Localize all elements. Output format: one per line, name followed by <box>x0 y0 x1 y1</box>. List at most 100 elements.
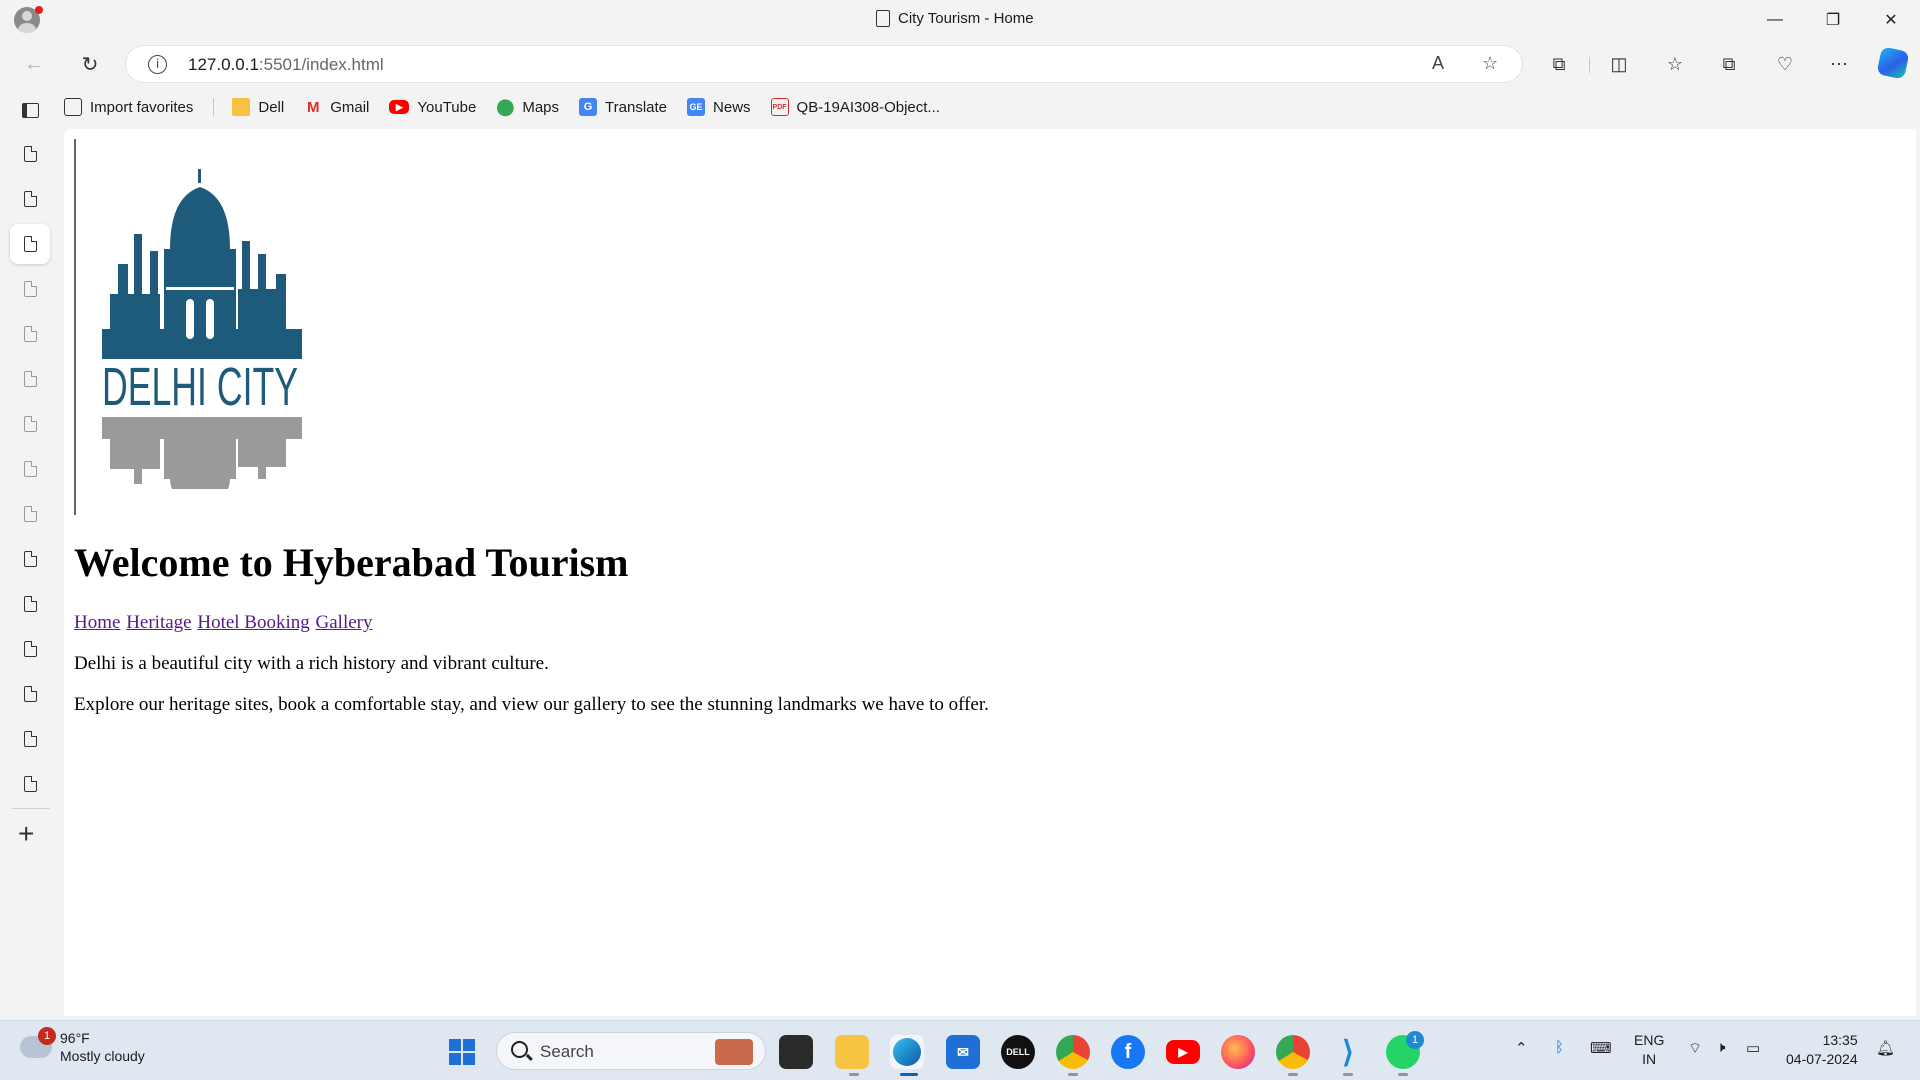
favorite-import[interactable]: Import favorites <box>64 98 193 116</box>
tab-item[interactable] <box>10 764 50 804</box>
notification-dot <box>35 6 43 14</box>
tab-item[interactable] <box>10 719 50 759</box>
page-heading: Welcome to Hyberabad Tourism <box>74 540 629 585</box>
more-options-icon[interactable]: ⋯ <box>1827 52 1851 76</box>
extensions-icon[interactable]: ⧉ <box>1547 52 1571 76</box>
clock[interactable]: 13:35 04-07-2024 <box>1786 1031 1858 1069</box>
favorite-maps[interactable]: ⬤ Maps <box>496 98 560 117</box>
page-icon <box>23 325 37 342</box>
volume-muted-icon[interactable]: 🕨 <box>1716 1039 1725 1056</box>
favorite-news[interactable]: GE News <box>687 98 751 116</box>
running-indicator <box>1288 1073 1298 1076</box>
favorites-icon[interactable]: ☆ <box>1663 52 1687 76</box>
tab-item-active[interactable] <box>10 224 50 264</box>
favorite-youtube[interactable]: ▶ YouTube <box>389 99 476 116</box>
mail-icon[interactable]: ✉ <box>946 1035 980 1069</box>
favorite-translate[interactable]: G Translate <box>579 98 667 116</box>
new-tab-button[interactable]: + <box>18 818 34 850</box>
tab-item[interactable] <box>10 629 50 669</box>
browser-essentials-icon[interactable]: ♡ <box>1773 52 1797 76</box>
address-bar[interactable]: i 127.0.0.1:5501/index.html A ☆ <box>125 45 1523 83</box>
whatsapp-badge: 1 <box>1406 1031 1424 1049</box>
read-aloud-icon[interactable]: A <box>1432 53 1444 74</box>
page-icon <box>23 505 37 522</box>
youtube-icon: ▶ <box>389 100 410 114</box>
task-view-button[interactable] <box>779 1035 813 1069</box>
facebook-icon[interactable]: f <box>1111 1035 1145 1069</box>
tab-item[interactable] <box>10 674 50 714</box>
battery-icon[interactable]: ▭ <box>1746 1039 1760 1057</box>
nav-link-gallery[interactable]: Gallery <box>316 612 373 633</box>
search-highlight-image <box>715 1039 753 1065</box>
collections-icon[interactable]: ⧉ <box>1717 52 1741 76</box>
firefox-icon[interactable] <box>1221 1035 1255 1069</box>
show-hidden-icons-button[interactable]: ⌃ <box>1515 1039 1528 1057</box>
language-indicator[interactable]: ENG IN <box>1634 1031 1664 1069</box>
bluetooth-icon[interactable]: ᛒ <box>1555 1039 1564 1056</box>
web-page: DELHI CITY Welcome to Hyberabad Tourism … <box>64 129 1916 1016</box>
edge-icon[interactable] <box>890 1035 924 1069</box>
language-code: ENG <box>1634 1032 1665 1048</box>
active-indicator <box>900 1073 918 1076</box>
intro-paragraph: Delhi is a beautiful city with a rich hi… <box>74 653 549 674</box>
refresh-button[interactable]: ↻ <box>74 48 106 80</box>
split-screen-icon[interactable]: ◫ <box>1607 52 1631 76</box>
favorite-gmail[interactable]: M Gmail <box>304 98 369 116</box>
keyboard-icon[interactable]: ⌨ <box>1590 1039 1612 1057</box>
site-nav: Home Heritage Hotel Booking Gallery <box>74 612 1904 634</box>
tab-item[interactable] <box>10 539 50 579</box>
tab-actions-icon <box>21 102 39 118</box>
back-button[interactable]: ← <box>18 48 50 80</box>
nav-link-heritage[interactable]: Heritage <box>126 612 191 633</box>
dell-icon[interactable]: DELL <box>1001 1035 1035 1069</box>
tab-actions-menu[interactable] <box>10 90 50 130</box>
taskbar-search[interactable]: Search <box>496 1032 766 1070</box>
minimize-button[interactable]: — <box>1752 6 1798 34</box>
gmail-icon: M <box>306 98 320 116</box>
youtube-app-icon[interactable]: ▶ <box>1166 1040 1200 1064</box>
tab-item[interactable] <box>10 449 50 489</box>
tab-item[interactable] <box>10 584 50 624</box>
page-icon <box>23 190 37 207</box>
close-button[interactable]: ✕ <box>1868 6 1914 34</box>
favorite-label: YouTube <box>417 98 477 116</box>
page-icon <box>23 235 37 252</box>
chrome-profile-v-icon[interactable] <box>1056 1035 1090 1069</box>
tab-item[interactable] <box>10 134 50 174</box>
weather-widget[interactable]: 1 96°F Mostly cloudy <box>20 1027 145 1065</box>
tab-item[interactable] <box>10 359 50 399</box>
favorites-separator <box>213 98 215 116</box>
region-code: IN <box>1642 1051 1657 1067</box>
restore-button[interactable]: ❐ <box>1810 6 1856 34</box>
tab-item[interactable] <box>10 314 50 354</box>
favorite-label: QB-19AI308-Object... <box>796 98 940 116</box>
tab-item[interactable] <box>10 494 50 534</box>
tab-item[interactable] <box>10 179 50 219</box>
favorite-pdf[interactable]: PDF QB-19AI308-Object... <box>770 98 940 116</box>
pdf-icon: PDF <box>770 98 789 116</box>
svg-text:DELHI CITY: DELHI CITY <box>102 357 298 417</box>
file-explorer-icon[interactable] <box>835 1035 869 1069</box>
chrome-profile-m-icon[interactable] <box>1276 1035 1310 1069</box>
tab-item[interactable] <box>10 404 50 444</box>
favorite-label: Translate <box>605 98 668 116</box>
tab-item[interactable] <box>10 269 50 309</box>
nav-link-hotel-booking[interactable]: Hotel Booking <box>197 612 309 633</box>
favorites-bar: Import favorites Dell M Gmail ▶ YouTube … <box>64 88 960 126</box>
weather-temp: 96°F <box>60 1030 90 1046</box>
nav-link-home[interactable]: Home <box>74 612 120 633</box>
running-indicator <box>849 1073 859 1076</box>
clock-time: 13:35 <box>1822 1032 1858 1048</box>
favorite-label: Maps <box>522 98 560 116</box>
favorite-dell[interactable]: Dell <box>232 98 284 116</box>
page-icon <box>23 595 37 612</box>
vertical-tabs: + <box>0 88 62 1018</box>
url-text[interactable]: 127.0.0.1:5501/index.html <box>188 55 384 75</box>
site-info-icon[interactable]: i <box>148 55 167 74</box>
notifications-bell-icon[interactable]: 🔔︎ <box>1876 1039 1895 1057</box>
favorite-star-icon[interactable]: ☆ <box>1482 53 1498 74</box>
import-icon <box>64 98 82 116</box>
vscode-icon[interactable]: ⟩ <box>1331 1035 1365 1069</box>
wifi-icon[interactable]: ⌔ <box>1688 1039 1702 1058</box>
start-button[interactable] <box>445 1035 479 1069</box>
